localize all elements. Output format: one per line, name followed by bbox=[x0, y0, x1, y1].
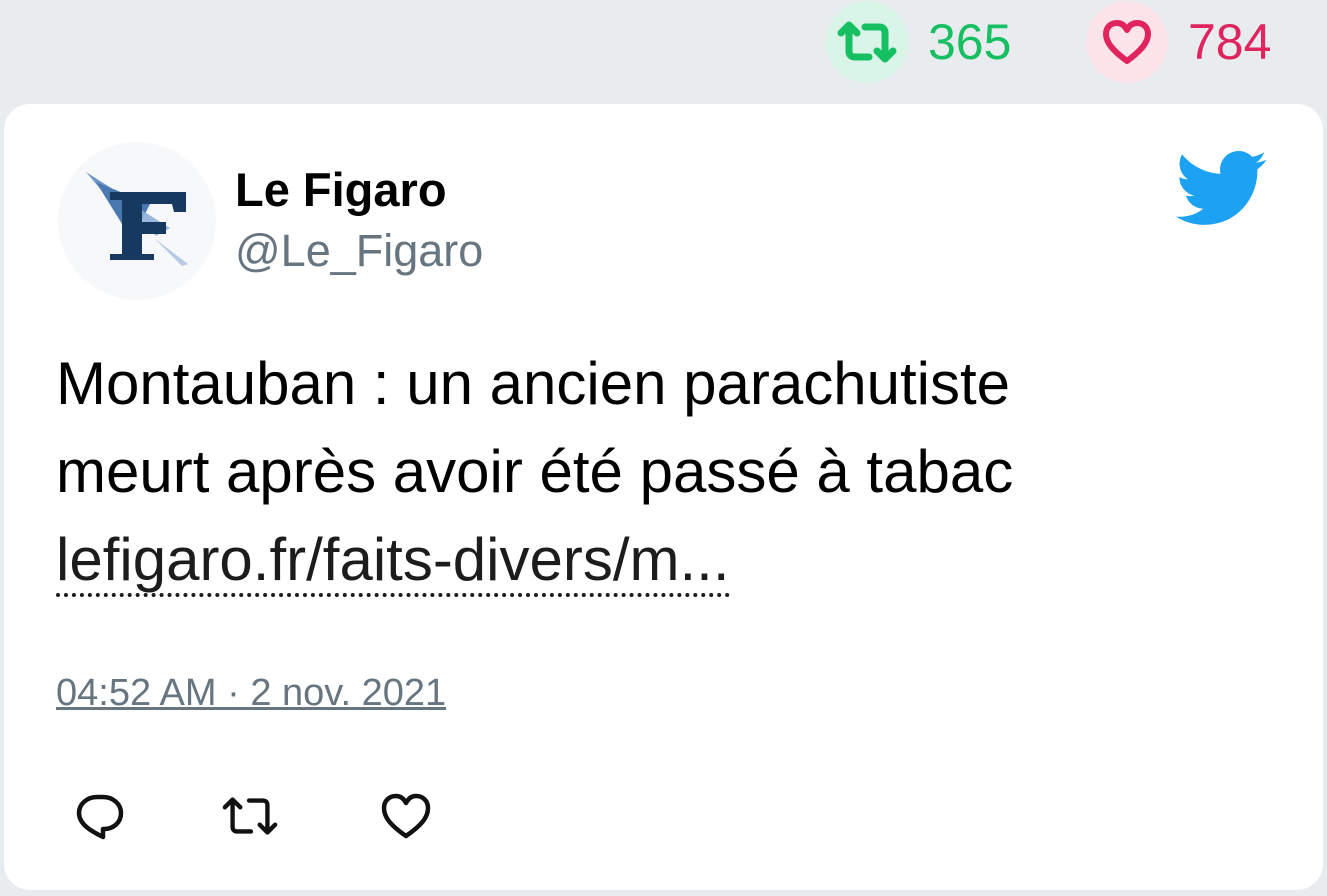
heart-icon bbox=[1103, 20, 1151, 64]
tweet-text-line-1: Montauban : un ancien parachutiste bbox=[56, 350, 1010, 417]
like-stat-circle bbox=[1086, 1, 1168, 83]
article-link[interactable]: lefigaro.fr/faits-divers/m... bbox=[56, 526, 730, 597]
avatar[interactable] bbox=[58, 142, 216, 300]
retweet-stat[interactable]: 365 bbox=[826, 0, 1011, 84]
tweet-text-line-2: meurt après avoir été passé à tabac bbox=[56, 438, 1014, 505]
reply-icon bbox=[76, 794, 124, 840]
author-name[interactable]: Le Figaro bbox=[235, 162, 447, 218]
tweet-stats-bar: 365 784 bbox=[0, 0, 1327, 100]
retweet-icon bbox=[837, 21, 897, 63]
heart-icon bbox=[381, 793, 431, 839]
retweet-stat-circle bbox=[826, 1, 908, 83]
retweet-icon bbox=[222, 797, 278, 835]
reply-button[interactable] bbox=[70, 788, 130, 844]
retweet-count: 365 bbox=[928, 14, 1012, 70]
le-figaro-logo bbox=[86, 172, 188, 266]
author-handle[interactable]: @Le_Figaro bbox=[235, 224, 483, 278]
retweet-button[interactable] bbox=[220, 788, 280, 844]
tweet-card: Le Figaro @Le_Figaro Montauban : un anci… bbox=[4, 104, 1323, 890]
tweet-timestamp[interactable]: 04:52 AM · 2 nov. 2021 bbox=[56, 670, 446, 716]
like-count: 784 bbox=[1188, 14, 1272, 70]
like-button[interactable] bbox=[376, 788, 436, 844]
tweet-text: Montauban : un ancien parachutiste meurt… bbox=[56, 340, 1276, 604]
twitter-bird-icon[interactable] bbox=[1172, 148, 1268, 226]
like-stat[interactable]: 784 bbox=[1086, 0, 1271, 84]
